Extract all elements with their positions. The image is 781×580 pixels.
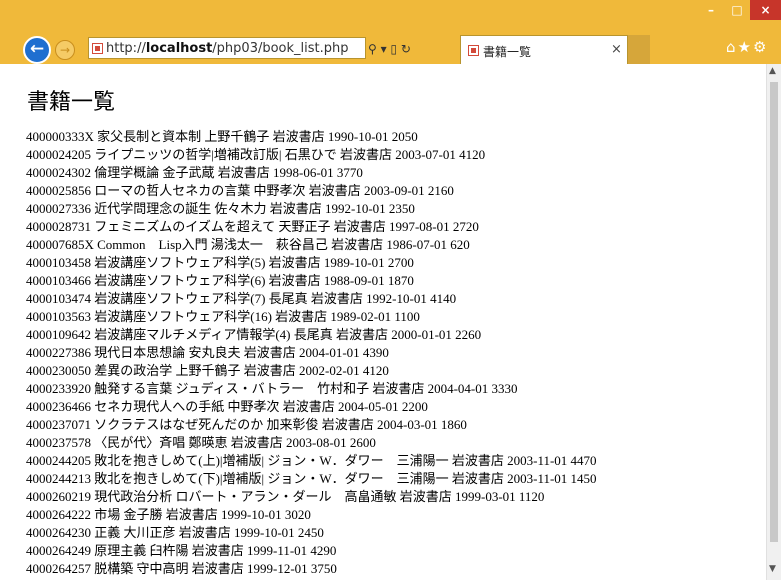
book-row: 4000103563 岩波講座ソフトウェア科学(16) 岩波書店 1989-02… [26,309,420,324]
toolbar-icons[interactable]: ⌂★⚙ [726,38,768,56]
book-row: 4000264230 正義 大川正彦 岩波書店 1999-10-01 2450 [26,525,324,540]
new-tab-button[interactable] [628,35,650,64]
book-row: 4000027336 近代学問理念の誕生 佐々木力 岩波書店 1992-10-0… [26,201,415,216]
book-row: 4000237578 〈民が代〉斉唱 鄭暎恵 岩波書店 2003-08-01 2… [26,435,376,450]
book-row: 4000237071 ソクラテスはなぜ死んだのか 加来彰俊 岩波書店 2004-… [26,417,467,432]
scrollbar-thumb[interactable] [770,82,778,542]
maximize-button[interactable]: □ [724,0,750,20]
page-favicon-icon [92,43,103,54]
book-row: 4000264222 市場 金子勝 岩波書店 1999-10-01 3020 [26,507,311,522]
book-row: 4000264257 脱構築 守中高明 岩波書店 1999-12-01 3750 [26,561,337,576]
vertical-scrollbar[interactable]: ▲ ▼ [766,64,781,580]
page-title: 書籍一覧 [27,90,116,115]
book-list: 400000333X 家父長制と資本制 上野千鶴子 岩波書店 1990-10-0… [26,128,597,578]
close-button[interactable]: × [750,0,781,20]
address-tools[interactable]: ⚲ ▾ ▯ ↻ [368,40,458,58]
book-row: 4000264249 原理主義 臼杵陽 岩波書店 1999-11-01 4290 [26,543,337,558]
tab-close-icon[interactable]: × [611,42,622,57]
scroll-up-icon[interactable]: ▲ [769,66,776,76]
book-row: 4000227386 現代日本思想論 安丸良夫 岩波書店 2004-01-01 … [26,345,389,360]
url-prefix: http:// [106,41,146,56]
forward-button[interactable]: → [55,40,75,60]
book-row: 4000109642 岩波講座マルチメディア情報学(4) 長尾真 岩波書店 20… [26,327,482,342]
url-host: localhost [145,41,213,56]
book-row: 400007685X Common Lisp入門 湯浅太一 萩谷昌己 岩波書店 … [26,237,470,252]
book-row: 4000230050 差異の政治学 上野千鶴子 岩波書店 2002-02-01 … [26,363,389,378]
book-row: 4000103458 岩波講座ソフトウェア科学(5) 岩波書店 1989-10-… [26,255,414,270]
book-row: 4000024205 ライプニッツの哲学|増補改訂版| 石黒ひで 岩波書店 20… [26,147,486,162]
book-row: 4000028731 フェミニズムのイズムを超えて 天野正子 岩波書店 1997… [26,219,479,234]
tab-title: 書籍一覧 [483,45,532,59]
page-content: 書籍一覧 400000333X 家父長制と資本制 上野千鶴子 岩波書店 1990… [0,64,766,580]
url-text: http://localhost/php03/book_list.php [106,41,349,56]
address-bar[interactable]: http://localhost/php03/book_list.php [88,37,366,59]
book-row: 4000260219 現代政治分析 ロバート・アラン・ダール 高畠通敏 岩波書店… [26,489,545,504]
book-row: 4000244213 敗北を抱きしめて(下)|増補版| ジョン・W．ダワー 三浦… [26,471,597,486]
title-bar: – □ × [0,0,781,34]
book-row: 4000236466 セネカ現代人への手紙 中野孝次 岩波書店 2004-05-… [26,399,428,414]
scroll-down-icon[interactable]: ▼ [769,564,776,574]
tab-favicon-icon [468,45,479,56]
book-row: 4000233920 触発する言葉 ジュディス・バトラー 竹村和子 岩波書店 2… [26,381,518,396]
book-row: 4000103474 岩波講座ソフトウェア科学(7) 長尾真 岩波書店 1992… [26,291,457,306]
book-row: 4000244205 敗北を抱きしめて(上)|増補版| ジョン・W．ダワー 三浦… [26,453,597,468]
url-path: /php03/book_list.php [212,41,349,56]
back-button[interactable]: ← [23,36,51,64]
minimize-button[interactable]: – [698,0,724,20]
book-row: 400000333X 家父長制と資本制 上野千鶴子 岩波書店 1990-10-0… [26,129,418,144]
book-row: 4000025856 ローマの哲人セネカの言葉 中野孝次 岩波書店 2003-0… [26,183,454,198]
active-tab[interactable]: 書籍一覧 × [460,35,628,64]
book-row: 4000024302 倫理学概論 金子武蔵 岩波書店 1998-06-01 37… [26,165,363,180]
book-row: 4000103466 岩波講座ソフトウェア科学(6) 岩波書店 1988-09-… [26,273,414,288]
